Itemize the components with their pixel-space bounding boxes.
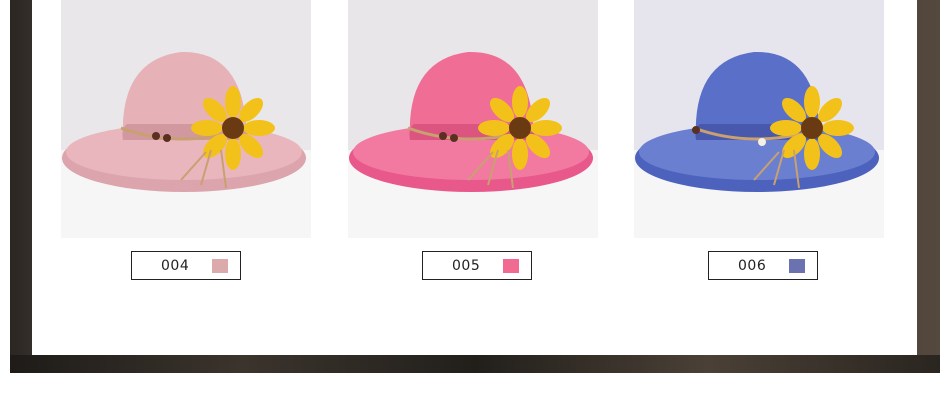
color-option-006[interactable]: 006 [708, 251, 818, 280]
color-option-004[interactable]: 004 [131, 251, 241, 280]
color-swatch [789, 258, 805, 273]
product-panel: 004 005 006 [32, 0, 917, 355]
hat-photo [348, 0, 598, 238]
product-code: 006 [738, 257, 767, 274]
color-swatch [503, 258, 519, 273]
hat-photo [634, 0, 884, 238]
color-option-005[interactable]: 005 [422, 251, 532, 280]
color-swatch [212, 258, 228, 273]
hat-photo [61, 0, 311, 238]
product-code: 004 [161, 257, 190, 274]
product-code: 005 [452, 257, 481, 274]
